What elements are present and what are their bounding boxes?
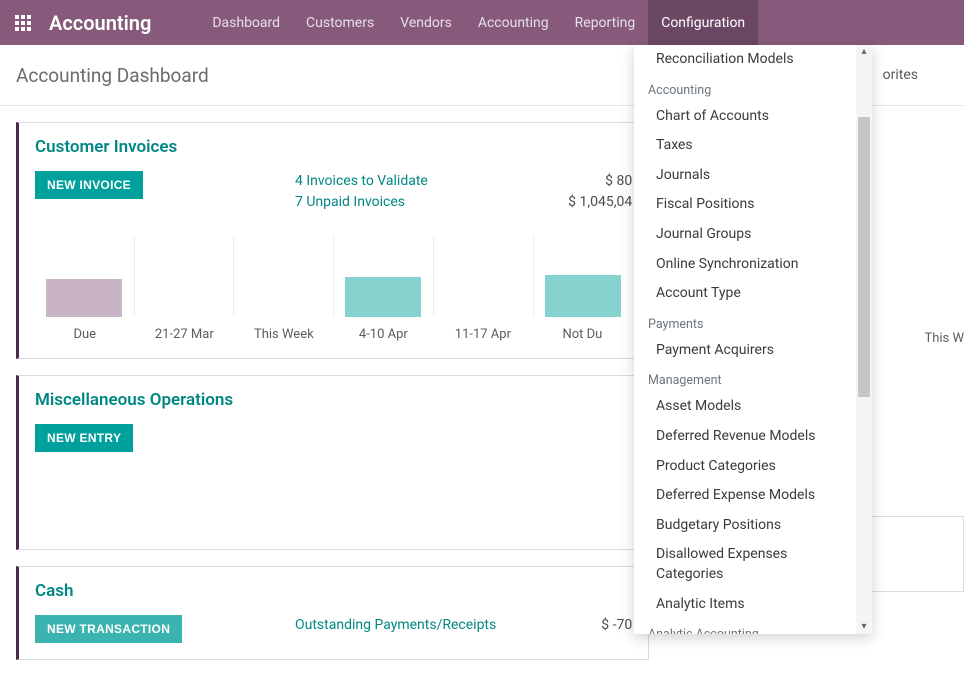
chart-bar [345, 277, 421, 317]
scroll-thumb[interactable] [858, 117, 870, 397]
nav-items: DashboardCustomersVendorsAccountingRepor… [199, 0, 758, 45]
scroll-down-arrow[interactable]: ▾ [859, 622, 869, 632]
top-navbar: Accounting DashboardCustomersVendorsAcco… [0, 0, 964, 45]
menu-item[interactable]: Product Categories [634, 452, 872, 482]
chart-slot [134, 235, 234, 317]
menu-item[interactable]: Deferred Revenue Models [634, 422, 872, 452]
card-customer-invoices: Customer Invoices NEW INVOICE 4 Invoices… [16, 122, 649, 359]
menu-item[interactable]: Chart of Accounts [634, 102, 872, 132]
menu-section-header: Payments [634, 309, 872, 336]
mini-bar-chart [35, 235, 632, 317]
chart-label: 11-17 Apr [433, 327, 533, 342]
chart-slot [233, 235, 333, 317]
card-title: Miscellaneous Operations [35, 390, 632, 410]
menu-item[interactable]: Journals [634, 161, 872, 191]
app-brand[interactable]: Accounting [45, 11, 169, 35]
chart-bar [46, 279, 122, 317]
nav-item-vendors[interactable]: Vendors [387, 0, 465, 45]
menu-item[interactable]: Taxes [634, 131, 872, 161]
menu-item[interactable]: Reconciliation Models [634, 45, 872, 75]
chart-bar [545, 275, 621, 317]
mini-chart-labels: Due21-27 MarThis Week4-10 Apr11-17 AprNo… [35, 327, 632, 342]
amount: $ 1,045,04 [515, 192, 632, 213]
menu-item[interactable]: Deferred Expense Models [634, 481, 872, 511]
favorites-chip[interactable]: orites [883, 67, 948, 83]
chart-label: 4-10 Apr [334, 327, 434, 342]
menu-section-header: Analytic Accounting [634, 619, 872, 634]
scrollbar[interactable]: ▴ ▾ [856, 45, 872, 634]
menu-item[interactable]: Asset Models [634, 392, 872, 422]
menu-item[interactable]: Budgetary Positions [634, 511, 872, 541]
nav-item-dashboard[interactable]: Dashboard [199, 0, 293, 45]
chart-label: Due [35, 327, 135, 342]
stat-link[interactable]: 7 Unpaid Invoices [295, 192, 515, 213]
menu-item[interactable]: Disallowed Expenses Categories [634, 540, 872, 589]
nav-item-configuration[interactable]: Configuration [648, 0, 758, 45]
chart-label: This Week [234, 327, 334, 342]
apps-icon[interactable] [0, 0, 45, 45]
nav-item-reporting[interactable]: Reporting [562, 0, 649, 45]
card-title: Customer Invoices [35, 137, 632, 157]
menu-item[interactable]: Payment Acquirers [634, 336, 872, 366]
configuration-dropdown: Reconciliation ModelsAccountingChart of … [634, 45, 872, 634]
chart-slot [433, 235, 533, 317]
amount: $ -70 [515, 615, 632, 636]
menu-item[interactable]: Analytic Items [634, 590, 872, 620]
menu-section-header: Management [634, 365, 872, 392]
chart-label: 21-27 Mar [135, 327, 235, 342]
nav-item-accounting[interactable]: Accounting [465, 0, 562, 45]
stat-link[interactable]: Outstanding Payments/Receipts [295, 615, 515, 636]
menu-section-header: Accounting [634, 75, 872, 102]
card-misc-operations: Miscellaneous Operations NEW ENTRY [16, 375, 649, 550]
amount: $ 80 [515, 171, 632, 192]
menu-item[interactable]: Fiscal Positions [634, 190, 872, 220]
card-cash: Cash NEW TRANSACTION Outstanding Payment… [16, 566, 649, 660]
chart-slot [333, 235, 433, 317]
chart-slot [35, 235, 134, 317]
card-title: Cash [35, 581, 632, 601]
chart-slot [533, 235, 633, 317]
menu-item[interactable]: Journal Groups [634, 220, 872, 250]
page-title: Accounting Dashboard [16, 64, 209, 87]
nav-item-customers[interactable]: Customers [293, 0, 387, 45]
menu-item[interactable]: Online Synchronization [634, 250, 872, 280]
new-entry-button[interactable]: NEW ENTRY [35, 424, 133, 452]
chart-label: Not Du [533, 327, 633, 342]
menu-item[interactable]: Account Type [634, 279, 872, 309]
stat-link[interactable]: 4 Invoices to Validate [295, 171, 515, 192]
new-transaction-button[interactable]: NEW TRANSACTION [35, 615, 182, 643]
new-invoice-button[interactable]: NEW INVOICE [35, 171, 143, 199]
scroll-up-arrow[interactable]: ▴ [859, 47, 869, 57]
